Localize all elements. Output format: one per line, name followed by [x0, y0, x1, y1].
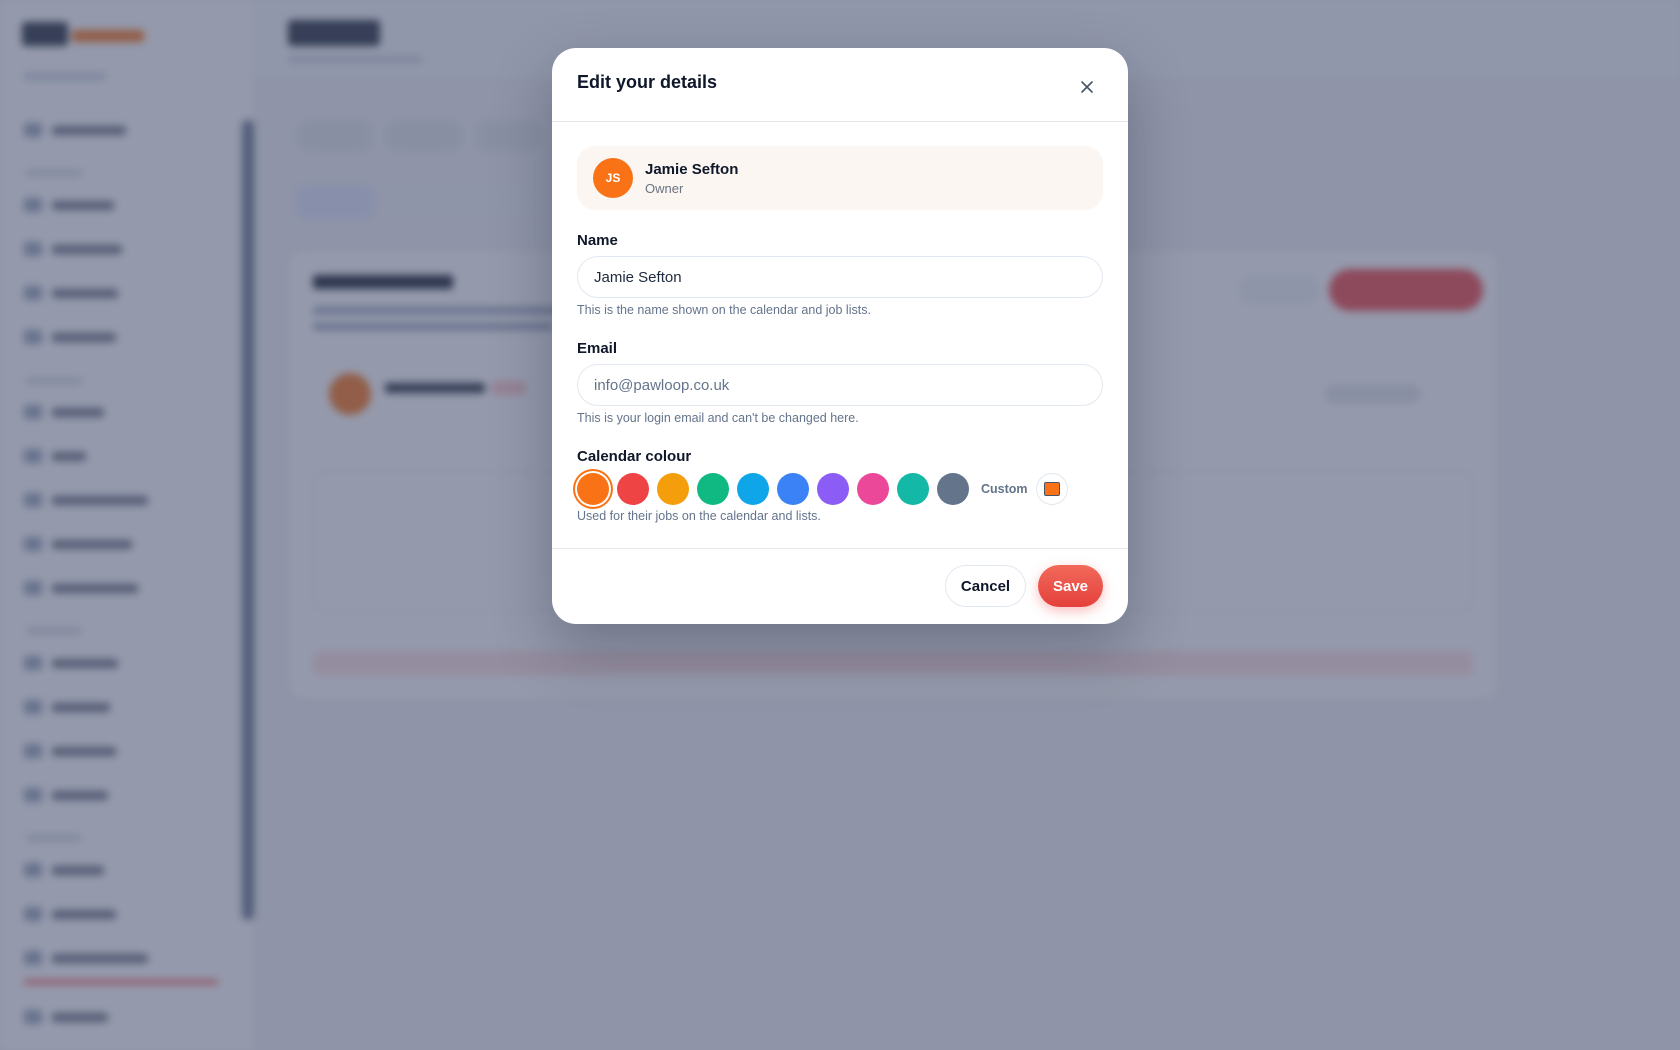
calendar-colour-label: Calendar colour — [577, 448, 692, 465]
custom-colour-preview — [1043, 482, 1060, 496]
avatar: JS — [593, 158, 633, 198]
custom-colour-picker[interactable] — [1035, 473, 1068, 505]
modal-footer: Cancel Save — [552, 548, 1128, 624]
close-button[interactable] — [1070, 70, 1104, 104]
modal-header: Edit your details — [552, 48, 1128, 122]
user-name: Jamie Sefton — [645, 161, 739, 178]
name-hint: This is the name shown on the calendar a… — [577, 303, 871, 317]
save-button[interactable]: Save — [1038, 565, 1103, 607]
edit-details-modal: Edit your details JS Jamie Sefton Owner … — [552, 48, 1128, 624]
user-summary-card: JS Jamie Sefton Owner — [577, 146, 1103, 210]
colour-swatches: Custom — [577, 472, 1068, 506]
colour-swatch-amber[interactable] — [657, 473, 689, 505]
colour-swatch-red[interactable] — [617, 473, 649, 505]
email-hint: This is your login email and can't be ch… — [577, 411, 859, 425]
colour-swatch-blue[interactable] — [777, 473, 809, 505]
close-icon — [1081, 81, 1093, 93]
calendar-colour-hint: Used for their jobs on the calendar and … — [577, 509, 821, 523]
colour-swatch-green[interactable] — [697, 473, 729, 505]
colour-swatch-teal[interactable] — [897, 473, 929, 505]
user-role: Owner — [645, 181, 684, 196]
email-label: Email — [577, 340, 618, 357]
modal-title: Edit your details — [577, 72, 718, 92]
name-field[interactable] — [577, 256, 1103, 298]
colour-swatch-slate[interactable] — [937, 473, 969, 505]
colour-swatch-sky[interactable] — [737, 473, 769, 505]
cancel-button[interactable]: Cancel — [945, 565, 1026, 607]
colour-swatch-orange[interactable] — [577, 473, 609, 505]
colour-swatch-pink[interactable] — [857, 473, 889, 505]
name-label: Name — [577, 232, 618, 249]
custom-colour-label: Custom — [981, 482, 1028, 496]
email-field[interactable] — [577, 364, 1103, 406]
colour-swatch-purple[interactable] — [817, 473, 849, 505]
